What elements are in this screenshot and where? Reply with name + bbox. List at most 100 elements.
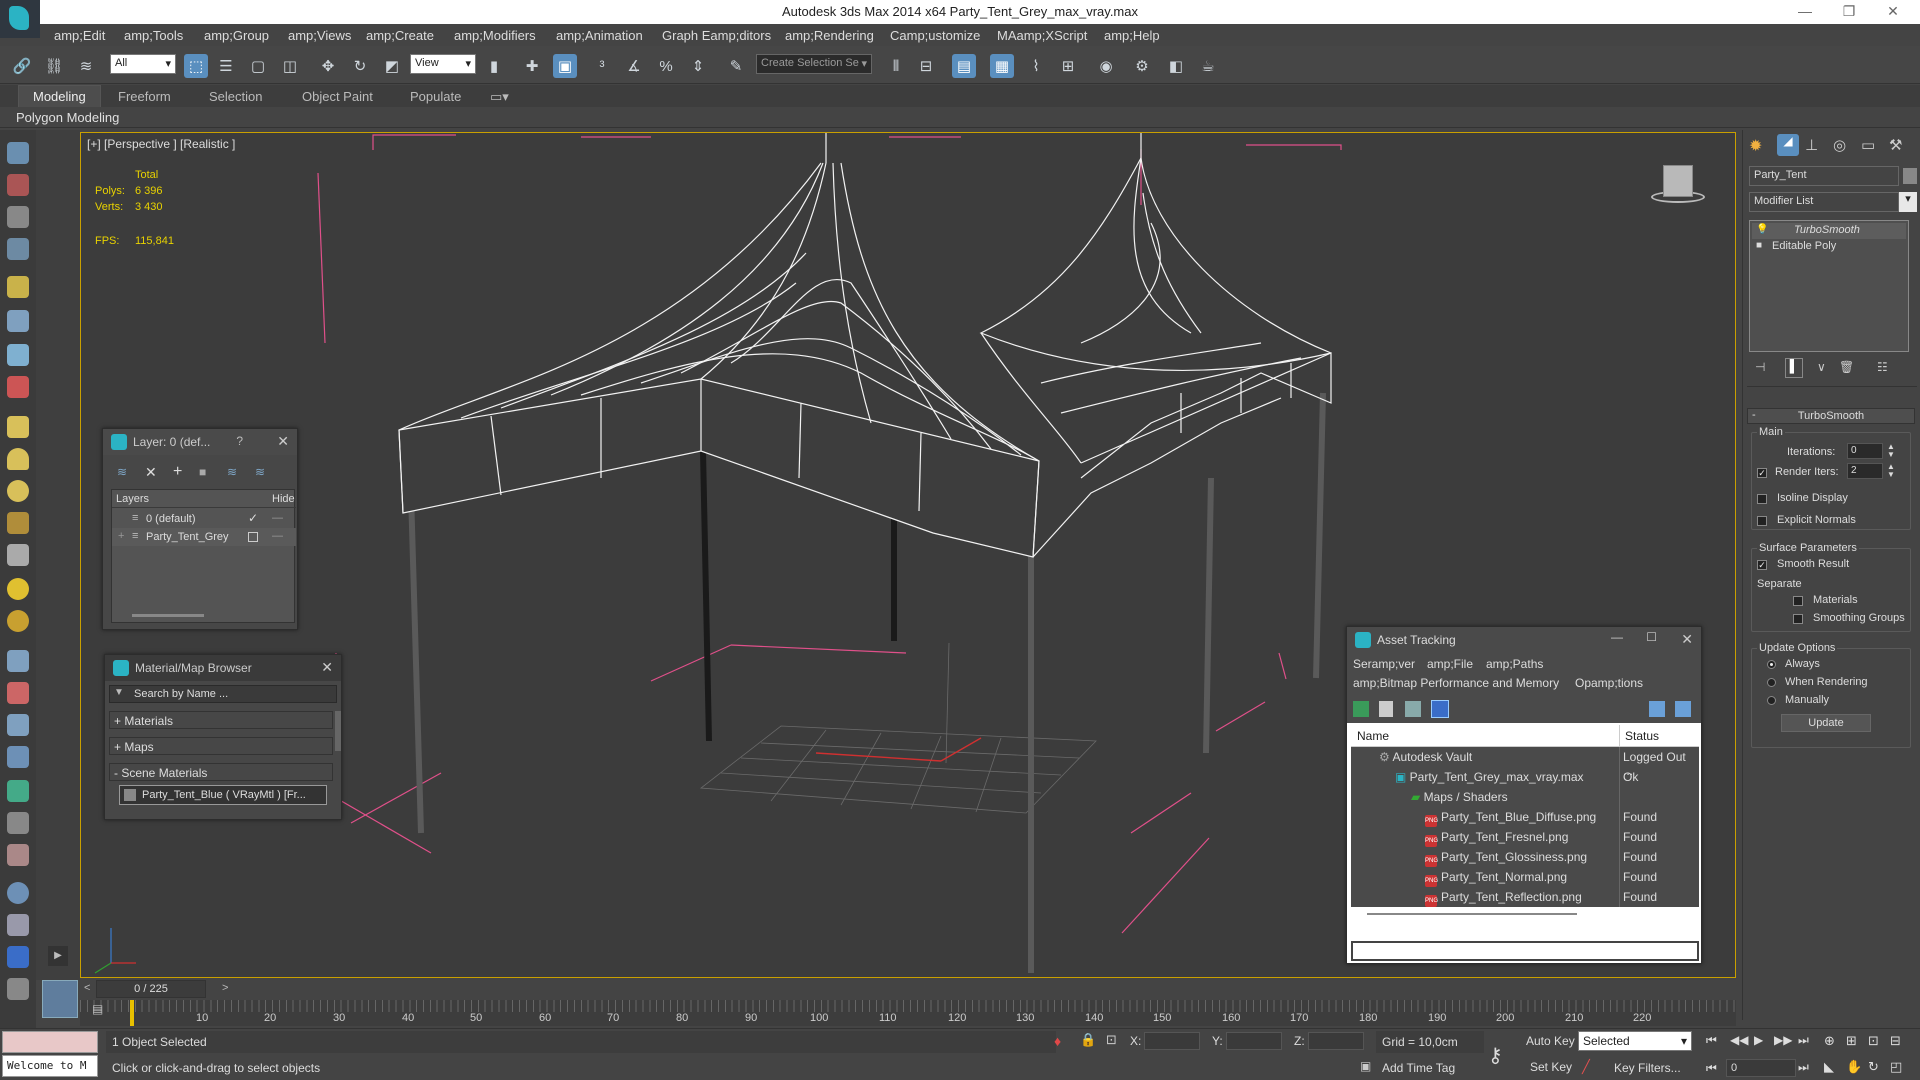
maxscript-listener[interactable]: Welcome to M xyxy=(2,1055,98,1077)
material-editor-icon[interactable]: ◉ xyxy=(1094,54,1118,78)
object-color-swatch[interactable] xyxy=(1903,168,1917,184)
pivot-center-icon[interactable]: ▮ xyxy=(482,54,506,78)
maxscript-listener-top[interactable] xyxy=(2,1031,98,1053)
list-item[interactable]: 💡 TurboSmooth xyxy=(1752,223,1906,239)
table-row[interactable]: + ≡ Party_Tent_Grey — xyxy=(112,528,296,546)
lock-icon[interactable]: 🔒 xyxy=(1080,1032,1096,1048)
mirror-icon[interactable]: ⫴ xyxy=(884,54,908,78)
percent-snap-icon[interactable]: % xyxy=(654,54,678,78)
menu-file[interactable]: amp;File xyxy=(1427,657,1473,671)
grid-icon[interactable] xyxy=(7,238,29,260)
key-mode-toggle-icon[interactable]: ⏮ xyxy=(1706,1061,1717,1076)
highlight-layer-icon[interactable]: ≋ xyxy=(227,465,237,479)
bind-spacewarp-icon[interactable]: ≋ xyxy=(74,54,98,78)
close-icon[interactable]: ✕ xyxy=(277,433,289,450)
snaps-toggle-icon[interactable]: ³ xyxy=(590,54,614,78)
menu-tools[interactable]: amp;Tools xyxy=(124,28,183,43)
time-cursor[interactable] xyxy=(130,1000,134,1026)
maximize-viewport-icon[interactable]: ◰ xyxy=(1890,1059,1902,1075)
close-icon[interactable]: ✕ xyxy=(321,659,333,676)
list-item[interactable]: Party_Tent_Blue ( VRayMtl ) [Fr... xyxy=(119,785,327,805)
x-coordinate-input[interactable] xyxy=(1144,1032,1200,1050)
selection-filter-dropdown[interactable]: All ▾ xyxy=(110,54,176,74)
key-filters-button[interactable]: Key Filters... xyxy=(1614,1061,1681,1075)
menu-server[interactable]: Seramp;ver xyxy=(1353,657,1415,671)
create-tab-icon[interactable]: ✹ xyxy=(1749,136,1769,156)
new-layer-icon[interactable]: ≋ xyxy=(117,465,127,479)
modify-tab-icon[interactable]: ◢ xyxy=(1777,134,1799,156)
sun-icon[interactable] xyxy=(7,578,29,600)
timeline-ruler[interactable]: 10 20 30 40 50 60 70 80 90 100 110 120 1… xyxy=(80,1000,1736,1026)
tab-selection[interactable]: Selection xyxy=(209,89,262,104)
separate-smoothing-groups-checkbox[interactable] xyxy=(1793,614,1803,624)
table-row[interactable]: PNG Party_Tent_Glossiness.png Found xyxy=(1351,847,1699,867)
menu-rendering[interactable]: amp;Rendering xyxy=(785,28,874,43)
key-curve-icon[interactable]: ╱ xyxy=(1582,1059,1590,1075)
layer-manager-icon[interactable]: ▤ xyxy=(952,54,976,78)
expand-icon[interactable]: ■ xyxy=(1756,240,1762,251)
scrollbar-thumb[interactable] xyxy=(1367,913,1577,915)
render-iters-spinner[interactable]: ▲ ▼ xyxy=(1887,463,1895,479)
time-slider[interactable]: < 0 / 225 > xyxy=(80,980,1736,998)
current-layer-check-icon[interactable]: ✓ xyxy=(248,511,258,525)
time-config-icon[interactable]: ⏭ xyxy=(1798,1060,1809,1075)
select-manipulate-icon[interactable]: ✚ xyxy=(520,54,544,78)
zoom-all-icon[interactable]: ⊞ xyxy=(1846,1033,1857,1049)
turbosmooth-rollout-header[interactable]: - TurboSmooth xyxy=(1747,408,1915,424)
hide-toggle[interactable]: — xyxy=(272,512,283,524)
hide-toggle[interactable]: — xyxy=(272,530,283,542)
scrollbar[interactable] xyxy=(132,614,204,617)
helper-icon[interactable] xyxy=(7,344,29,366)
expand-arrow-icon[interactable]: ▶ xyxy=(48,946,68,966)
render-iters-checkbox[interactable]: ✓ xyxy=(1757,468,1767,478)
ribbon-toggle-icon[interactable]: ▦ xyxy=(990,54,1014,78)
go-to-start-icon[interactable]: ⏮ xyxy=(1706,1033,1717,1048)
curve-editor-icon[interactable]: ⌇ xyxy=(1024,54,1048,78)
isoline-display-checkbox[interactable] xyxy=(1757,494,1767,504)
next-key-icon[interactable]: ▶▶ xyxy=(1774,1033,1792,1047)
always-radio[interactable] xyxy=(1767,660,1776,669)
auto-key-button[interactable]: Auto Key xyxy=(1526,1034,1575,1048)
render-iters-input[interactable]: 2 xyxy=(1847,463,1883,479)
asset-tracking-titlebar[interactable]: Asset Tracking — ☐ ✕ xyxy=(1347,627,1701,653)
menu-views[interactable]: amp;Views xyxy=(288,28,351,43)
display-tab-icon[interactable]: ▭ xyxy=(1861,136,1875,154)
track-bar-icon[interactable]: ▤ xyxy=(92,1002,110,1022)
pan-icon[interactable]: ✋ xyxy=(1846,1059,1862,1075)
table-row[interactable]: ▰ Maps / Shaders xyxy=(1351,787,1699,807)
table-view-icon[interactable] xyxy=(1431,700,1449,718)
show-end-result-icon[interactable]: ▌ xyxy=(1785,358,1803,378)
column-divider[interactable] xyxy=(1619,725,1620,747)
plant-icon[interactable] xyxy=(7,780,29,802)
current-frame-input[interactable]: 0 xyxy=(1726,1059,1796,1077)
zoom-extents-icon[interactable]: ⊡ xyxy=(1868,1033,1879,1049)
table-row[interactable]: ≡ 0 (default) ✓ — xyxy=(112,510,296,528)
gear-icon[interactable] xyxy=(7,746,29,768)
script-icon[interactable] xyxy=(7,206,29,228)
status-column-header[interactable]: Status xyxy=(1625,729,1659,743)
dome-icon[interactable] xyxy=(7,448,29,470)
hair-icon[interactable] xyxy=(7,650,29,672)
mini-curve-editor-button[interactable] xyxy=(42,980,78,1018)
camera-icon[interactable] xyxy=(7,310,29,332)
maximize-icon[interactable]: ☐ xyxy=(1646,630,1657,644)
prev-key-icon[interactable]: ◀◀ xyxy=(1730,1033,1748,1047)
hide-all-icon[interactable]: ≋ xyxy=(255,465,265,479)
rectangular-selection-icon[interactable]: ▢ xyxy=(246,54,270,78)
prev-frame-icon[interactable]: < xyxy=(84,982,90,994)
scrollbar[interactable] xyxy=(335,711,341,751)
menu-modifiers[interactable]: amp;Modifiers xyxy=(454,28,536,43)
angle-snap-icon[interactable]: ∡ xyxy=(622,54,646,78)
cone-icon[interactable] xyxy=(7,544,29,566)
delete-layer-icon[interactable]: ✕ xyxy=(145,464,157,481)
help-icon[interactable] xyxy=(1649,701,1665,717)
unlink-icon[interactable]: ⛓ xyxy=(42,54,66,78)
motion-tab-icon[interactable]: ◎ xyxy=(1833,136,1846,154)
globe-icon[interactable] xyxy=(7,882,29,904)
explicit-normals-checkbox[interactable] xyxy=(1757,516,1767,526)
schematic-view-icon[interactable]: ⊞ xyxy=(1056,54,1080,78)
make-unique-icon[interactable]: ∨ xyxy=(1817,360,1826,374)
hf-icon[interactable] xyxy=(7,812,29,834)
y-coordinate-input[interactable] xyxy=(1226,1032,1282,1050)
edit-named-selection-icon[interactable]: ✎ xyxy=(724,54,748,78)
